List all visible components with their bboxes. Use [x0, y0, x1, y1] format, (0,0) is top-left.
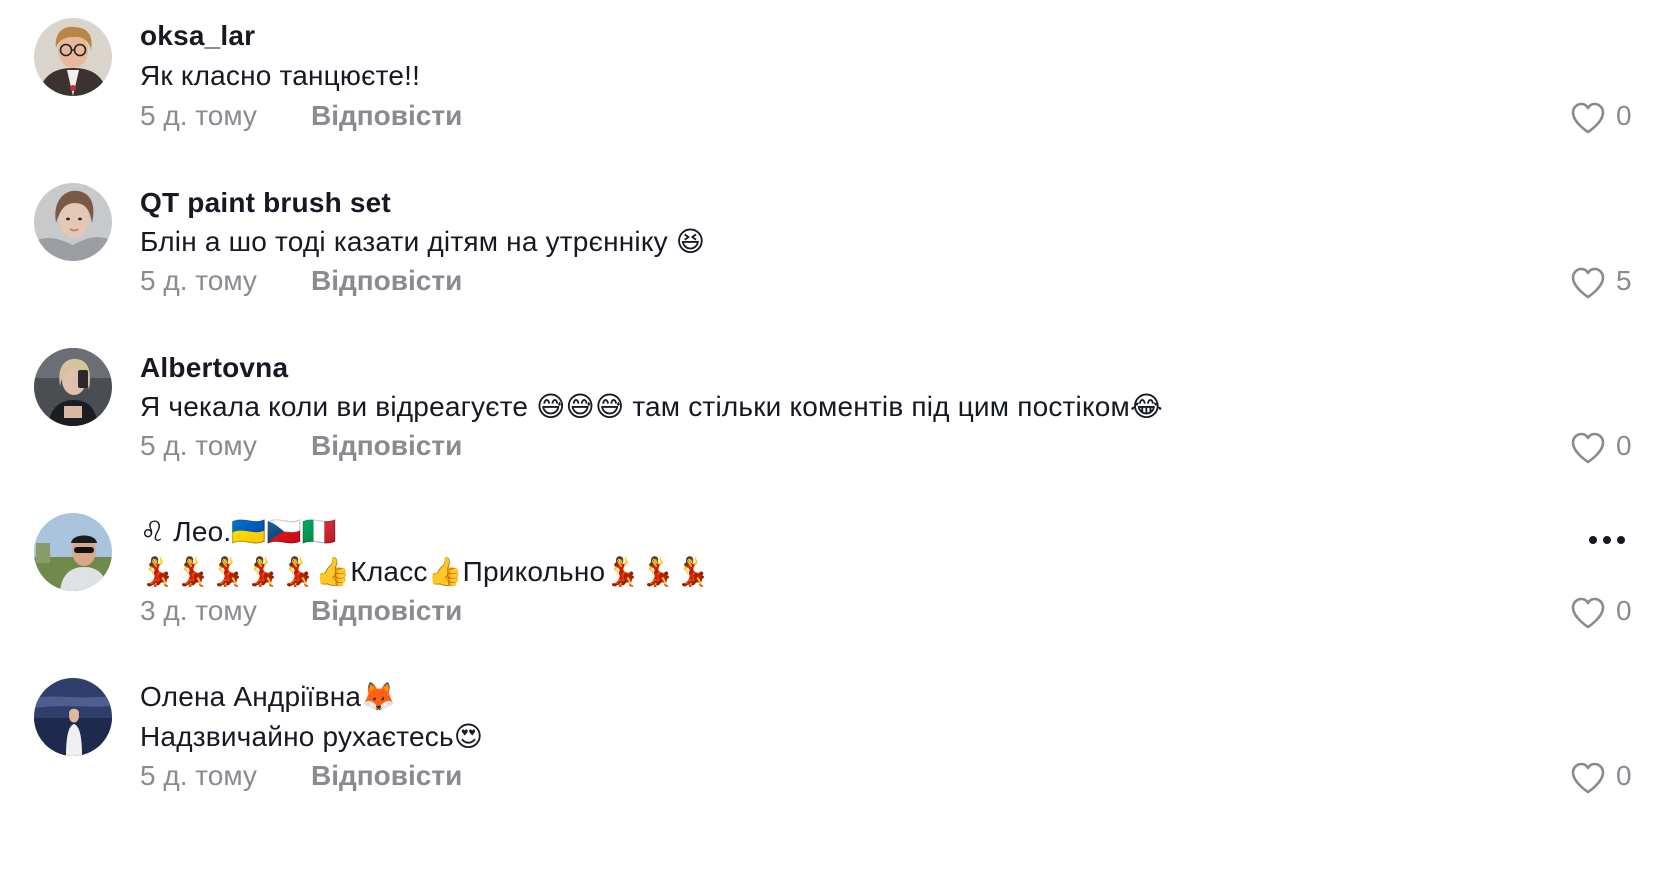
comment-username[interactable]: Олена Андріївна🦊 — [140, 680, 396, 713]
like-count: 0 — [1616, 100, 1632, 131]
comment-timestamp: 3 д. тому — [140, 595, 257, 626]
avatar[interactable] — [34, 348, 112, 426]
heart-icon — [1571, 597, 1605, 629]
comment-item: oksa_lar Як класно танцюєте!! 5 д. тому … — [0, 0, 1654, 150]
comment-text: Надзвичайно рухаєтесь😍 — [140, 721, 484, 752]
like-count: 0 — [1616, 430, 1632, 461]
like-count: 0 — [1616, 595, 1632, 626]
avatar-photo-icon — [34, 348, 112, 426]
like-button[interactable]: 0 — [1570, 760, 1640, 797]
reply-button[interactable]: Відповісти — [311, 265, 462, 297]
comment-item: Albertovna Я чекала коли ви відреагуєте … — [0, 330, 1654, 480]
comment-username[interactable]: QT paint brush set — [140, 187, 391, 219]
avatar[interactable] — [34, 18, 112, 96]
heart-icon — [1571, 432, 1605, 464]
comment-text: Блін а шо тоді казати дітям на утрєнніку… — [140, 226, 706, 257]
avatar[interactable] — [34, 183, 112, 261]
avatar[interactable] — [34, 678, 112, 756]
comment-username[interactable]: oksa_lar — [140, 20, 255, 52]
comment-username[interactable]: Albertovna — [140, 352, 288, 384]
comment-timestamp: 5 д. тому — [140, 430, 257, 461]
like-button[interactable]: 0 — [1570, 100, 1640, 137]
heart-icon — [1571, 102, 1605, 134]
reply-button[interactable]: Відповісти — [311, 430, 462, 462]
avatar-photo-icon — [34, 678, 112, 756]
like-button[interactable]: 0 — [1570, 430, 1640, 467]
comment-text: Як класно танцюєте!! — [140, 60, 421, 91]
reply-button[interactable]: Відповісти — [311, 100, 462, 132]
comment-item: ♌ Лео.🇺🇦🇨🇿🇮🇹 💃💃💃💃💃👍Класс👍Прикольно💃💃💃 3 … — [0, 495, 1654, 645]
comment-timestamp: 5 д. тому — [140, 100, 257, 131]
like-count: 0 — [1616, 760, 1632, 791]
comment-timestamp: 5 д. тому — [140, 760, 257, 791]
avatar-photo-icon — [34, 513, 112, 591]
reply-button[interactable]: Відповісти — [311, 595, 462, 627]
avatar[interactable] — [34, 513, 112, 591]
more-options-icon[interactable] — [1584, 531, 1630, 551]
avatar-photo-icon — [34, 183, 112, 261]
heart-icon — [1571, 267, 1605, 299]
comment-text: Я чекала коли ви відреагуєте 😅😅😅 там сті… — [140, 391, 1163, 422]
like-button[interactable]: 5 — [1570, 265, 1640, 302]
comment-item: QT paint brush set Блін а шо тоді казати… — [0, 165, 1654, 315]
comment-text: 💃💃💃💃💃👍Класс👍Прикольно💃💃💃 — [140, 556, 711, 587]
comment-username[interactable]: ♌ Лео.🇺🇦🇨🇿🇮🇹 — [140, 515, 337, 548]
heart-icon — [1571, 762, 1605, 794]
like-count: 5 — [1616, 265, 1632, 296]
comment-timestamp: 5 д. тому — [140, 265, 257, 296]
comment-item: Олена Андріївна🦊 Надзвичайно рухаєтесь😍 … — [0, 660, 1654, 810]
like-button[interactable]: 0 — [1570, 595, 1640, 632]
reply-button[interactable]: Відповісти — [311, 760, 462, 792]
avatar-photo-icon — [34, 18, 112, 96]
